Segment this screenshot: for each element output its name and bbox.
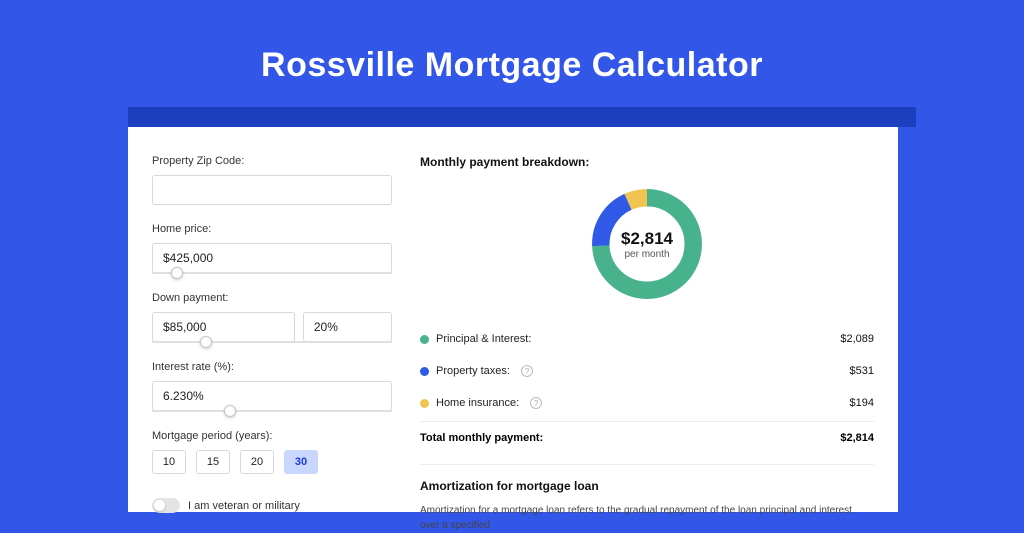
- info-icon[interactable]: ?: [521, 365, 533, 377]
- dot-taxes: [420, 367, 429, 376]
- interest-rate-group: Interest rate (%):: [152, 361, 392, 412]
- veteran-toggle[interactable]: [152, 498, 180, 513]
- total-row: Total monthly payment: $2,814: [420, 421, 874, 450]
- donut-amount: $2,814: [621, 229, 673, 249]
- legend-taxes-label: Property taxes:: [436, 365, 510, 377]
- info-icon[interactable]: ?: [530, 397, 542, 409]
- down-payment-slider[interactable]: [152, 341, 392, 343]
- veteran-toggle-row: I am veteran or military: [152, 498, 392, 513]
- zip-input[interactable]: [152, 175, 392, 205]
- home-price-label: Home price:: [152, 223, 392, 235]
- breakdown-column: Monthly payment breakdown: $2,814 per mo…: [420, 155, 874, 512]
- legend-insurance: Home insurance: ? $194: [420, 387, 874, 419]
- interest-rate-input[interactable]: [152, 381, 392, 411]
- period-option-10[interactable]: 10: [152, 450, 186, 474]
- legend-taxes: Property taxes: ? $531: [420, 355, 874, 387]
- interest-rate-thumb[interactable]: [224, 405, 236, 417]
- dot-principal: [420, 335, 429, 344]
- donut-chart: $2,814 per month: [586, 183, 708, 305]
- home-price-group: Home price:: [152, 223, 392, 274]
- legend-insurance-label: Home insurance:: [436, 397, 519, 409]
- donut-center: $2,814 per month: [586, 183, 708, 305]
- amortization-title: Amortization for mortgage loan: [420, 479, 874, 493]
- period-option-15[interactable]: 15: [196, 450, 230, 474]
- mortgage-period-group: Mortgage period (years): 10 15 20 30: [152, 430, 392, 474]
- down-payment-amount-input[interactable]: [152, 312, 295, 342]
- period-option-30[interactable]: 30: [284, 450, 318, 474]
- home-price-slider[interactable]: [152, 272, 392, 274]
- home-price-thumb[interactable]: [171, 267, 183, 279]
- legend-principal-value: $2,089: [840, 333, 874, 345]
- legend-insurance-value: $194: [850, 397, 874, 409]
- mortgage-period-options: 10 15 20 30: [152, 450, 392, 474]
- form-column: Property Zip Code: Home price: Down paym…: [152, 155, 392, 512]
- period-option-20[interactable]: 20: [240, 450, 274, 474]
- interest-rate-label: Interest rate (%):: [152, 361, 392, 373]
- legend-taxes-value: $531: [850, 365, 874, 377]
- donut-container: $2,814 per month: [420, 183, 874, 305]
- home-price-input[interactable]: [152, 243, 392, 273]
- amortization-text: Amortization for a mortgage loan refers …: [420, 503, 874, 533]
- down-payment-group: Down payment:: [152, 292, 392, 343]
- mortgage-period-label: Mortgage period (years):: [152, 430, 392, 442]
- zip-label: Property Zip Code:: [152, 155, 392, 167]
- dot-insurance: [420, 399, 429, 408]
- zip-field-group: Property Zip Code:: [152, 155, 392, 205]
- total-label: Total monthly payment:: [420, 432, 543, 444]
- interest-rate-slider[interactable]: [152, 410, 392, 412]
- legend-principal-label: Principal & Interest:: [436, 333, 531, 345]
- legend-principal: Principal & Interest: $2,089: [420, 323, 874, 355]
- down-payment-label: Down payment:: [152, 292, 392, 304]
- total-value: $2,814: [840, 432, 874, 444]
- calculator-card: Property Zip Code: Home price: Down paym…: [128, 127, 898, 512]
- donut-sub: per month: [624, 249, 669, 260]
- down-payment-thumb[interactable]: [200, 336, 212, 348]
- page-title: Rossville Mortgage Calculator: [0, 46, 1024, 85]
- divider: [420, 464, 874, 465]
- breakdown-title: Monthly payment breakdown:: [420, 155, 874, 169]
- card-shadow: [128, 107, 916, 127]
- veteran-label: I am veteran or military: [188, 500, 300, 512]
- down-payment-pct-input[interactable]: [303, 312, 392, 342]
